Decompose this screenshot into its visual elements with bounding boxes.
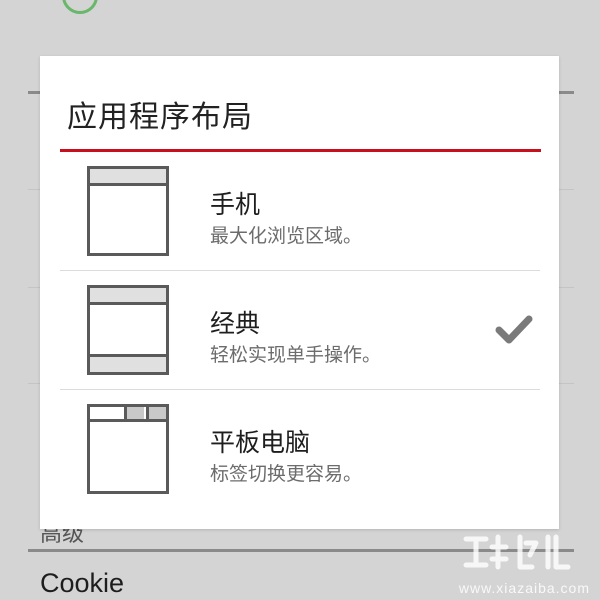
option-description: 标签切换更容易。	[210, 463, 363, 485]
layout-option-tablet[interactable]: 平板电脑 标签切换更容易。	[60, 390, 540, 508]
phone-layout-icon	[87, 166, 169, 256]
layout-option-phone[interactable]: 手机 最大化浏览区域。	[60, 152, 540, 270]
layout-option-classic[interactable]: 经典 轻松实现单手操作。	[60, 271, 540, 389]
screen: 设置 高级 Cookie 应用程序布局 手机 最大化浏览区域。 经典 轻松实现单…	[0, 0, 600, 600]
option-title: 平板电脑	[210, 428, 311, 457]
status-icon	[62, 0, 98, 14]
watermark-text: www.xiazaiba.com	[458, 580, 590, 596]
tablet-layout-icon	[87, 404, 169, 494]
classic-layout-icon	[87, 285, 169, 375]
app-layout-dialog: 应用程序布局 手机 最大化浏览区域。 经典 轻松实现单手操作。 平板电脑 标签切…	[40, 56, 559, 529]
dialog-title: 应用程序布局	[67, 100, 253, 135]
checkmark-icon	[495, 315, 533, 344]
setting-cookie[interactable]: Cookie	[40, 568, 124, 599]
option-title: 经典	[210, 309, 261, 338]
option-title: 手机	[210, 190, 261, 219]
option-description: 轻松实现单手操作。	[210, 344, 382, 366]
option-description: 最大化浏览区域。	[210, 225, 363, 247]
